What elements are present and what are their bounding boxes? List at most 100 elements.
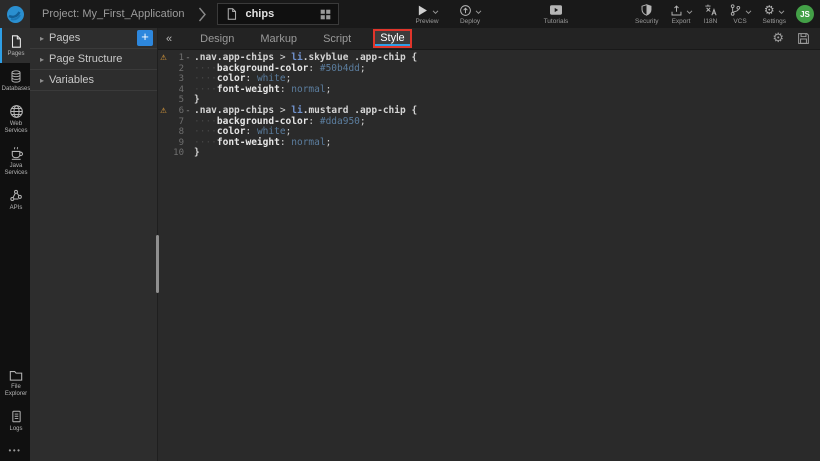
wavemaker-logo[interactable] (0, 0, 30, 28)
sidebar-item-label: Databases (2, 86, 31, 93)
panel-resize-handle[interactable] (156, 235, 159, 293)
vcs-button[interactable]: VCS (729, 3, 752, 25)
save-button[interactable] (797, 32, 810, 45)
topbar: Project: My_First_Application chips Prev… (0, 0, 820, 28)
editor-tabbar: « Design Markup Script Style ⚙ (158, 28, 820, 50)
chevron-right-icon[interactable]: ▸ (40, 34, 49, 43)
gear-icon: ⚙ (764, 4, 775, 17)
panel-section-pages[interactable]: ▸ Pages + (30, 28, 157, 49)
deploy-label: Deploy (460, 18, 480, 25)
sidebar-item-label: File Explorer (2, 384, 30, 398)
translate-icon (704, 3, 718, 17)
line-number: 8 (169, 127, 184, 138)
coffee-icon (9, 146, 24, 161)
line-number: 5 (169, 95, 184, 106)
line-number: 10 (169, 148, 184, 159)
caret-down-icon (432, 10, 439, 15)
code-line: 4 ····font-weight: normal; (158, 85, 820, 96)
chevron-right-icon[interactable]: ▸ (40, 76, 49, 85)
line-number: 3 (169, 74, 184, 85)
export-icon (670, 4, 683, 17)
panel-section-label: Pages (49, 32, 137, 44)
code-editor[interactable]: ⚠1-.nav.app-chips > li.skyblue .app-chip… (158, 50, 820, 461)
settings-button[interactable]: ⚙ Settings (763, 3, 787, 25)
sidebar-item-java-services[interactable]: Java Services (0, 140, 30, 182)
code-text: ····font-weight: normal; (192, 85, 331, 96)
warning-icon: ⚠ (158, 106, 169, 117)
left-icon-sidebar: Pages Databases Web Services (0, 28, 30, 461)
file-icon (225, 7, 238, 21)
code-line: 10} (158, 148, 820, 159)
code-text: ····font-weight: normal; (192, 138, 331, 149)
editor-settings-button[interactable]: ⚙ (772, 32, 784, 45)
line-number: 9 (169, 138, 184, 149)
workspace-body: Pages Databases Web Services (0, 28, 820, 461)
grid-icon[interactable] (320, 9, 331, 20)
sidebar-more-button[interactable]: ••• (0, 438, 30, 461)
security-button[interactable]: Security (635, 3, 658, 25)
sidebar-item-logs[interactable]: Logs (0, 403, 30, 438)
chevron-right-icon[interactable]: ▸ (40, 55, 49, 64)
folder-icon (9, 369, 23, 382)
deploy-icon (459, 4, 472, 17)
code-text: } (192, 148, 200, 159)
preview-label: Preview (415, 18, 438, 25)
tab-design[interactable]: Design (198, 31, 236, 47)
add-page-button[interactable]: + (137, 30, 153, 46)
breadcrumb-project-label: Project: My_First_Application (42, 8, 184, 20)
play-icon (416, 4, 429, 17)
api-icon (9, 188, 23, 203)
fold-marker-icon[interactable]: - (184, 106, 192, 117)
sidebar-item-databases[interactable]: Databases (0, 63, 30, 98)
editor-area: « Design Markup Script Style ⚙ ⚠1- (158, 28, 820, 461)
topbar-left-actions: Preview Deploy (415, 3, 568, 25)
tab-markup[interactable]: Markup (258, 31, 299, 47)
tab-style[interactable]: Style (373, 29, 411, 48)
sidebar-item-pages[interactable]: Pages (0, 28, 30, 63)
sidebar-item-label: Java Services (2, 163, 30, 177)
sidebar-item-label: Pages (7, 51, 24, 58)
line-number: 6 (169, 106, 184, 117)
caret-down-icon (745, 10, 752, 15)
warning-icon: ⚠ (158, 53, 169, 64)
panel-section-variables[interactable]: ▸ Variables (30, 70, 157, 91)
user-avatar[interactable]: JS (796, 5, 814, 23)
page-tab-label: chips (245, 8, 313, 20)
panel-section-label: Page Structure (49, 53, 157, 65)
pages-panel: ▸ Pages + ▸ Page Structure ▸ Variables (30, 28, 158, 461)
fold-marker-icon[interactable]: - (184, 53, 192, 64)
panel-section-label: Variables (49, 74, 157, 86)
line-number: 1 (169, 53, 184, 64)
i18n-button[interactable]: I18N (704, 3, 718, 25)
caret-down-icon (686, 10, 693, 15)
line-number: 7 (169, 117, 184, 128)
branch-icon (729, 3, 742, 17)
collapse-panel-button[interactable]: « (162, 33, 176, 45)
shield-icon (640, 3, 653, 17)
sidebar-item-label: Logs (9, 426, 22, 433)
line-number: 4 (169, 85, 184, 96)
video-icon (549, 4, 563, 16)
settings-label: Settings (763, 18, 787, 25)
tutorials-button[interactable]: Tutorials (544, 3, 569, 25)
tab-script[interactable]: Script (321, 31, 353, 47)
preview-button[interactable]: Preview (415, 3, 438, 25)
sidebar-bottom-group: File Explorer Logs ••• (0, 363, 30, 461)
sidebar-item-apis[interactable]: APIs (0, 182, 30, 217)
save-icon (797, 32, 810, 45)
export-button[interactable]: Export (670, 3, 693, 25)
sidebar-item-web-services[interactable]: Web Services (0, 98, 30, 140)
sidebar-item-label: APIs (10, 205, 23, 212)
deploy-button[interactable]: Deploy (459, 3, 482, 25)
export-label: Export (672, 18, 691, 25)
tutorials-label: Tutorials (544, 18, 569, 25)
security-label: Security (635, 18, 658, 25)
wavemaker-logo-icon (6, 5, 25, 24)
panel-section-page-structure[interactable]: ▸ Page Structure (30, 49, 157, 70)
sidebar-item-label: Web Services (2, 121, 30, 135)
line-number: 2 (169, 64, 184, 75)
code-line: 9 ····font-weight: normal; (158, 138, 820, 149)
page-tab-chips[interactable]: chips (217, 3, 339, 25)
sidebar-item-file-explorer[interactable]: File Explorer (0, 363, 30, 403)
editor-actions: ⚙ (772, 32, 810, 45)
